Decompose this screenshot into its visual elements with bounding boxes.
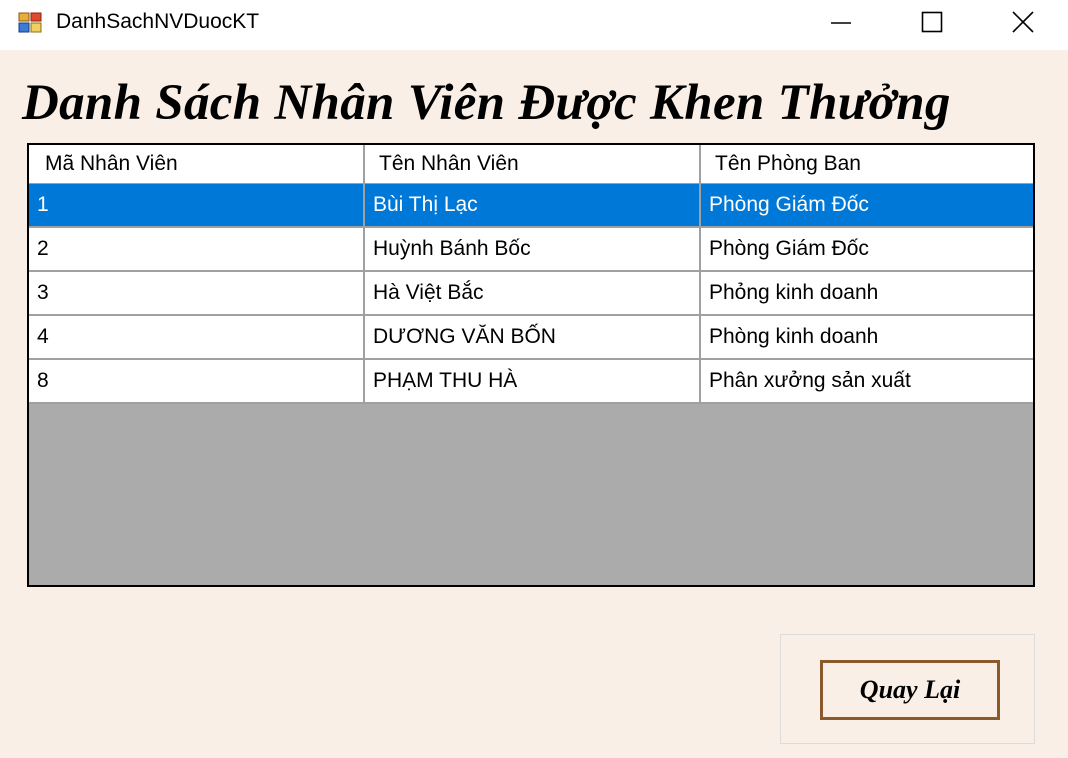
cell-department-name[interactable]: Phòng Giám Đốc: [700, 227, 1033, 272]
back-button[interactable]: Quay Lại: [820, 660, 1000, 720]
maximize-button[interactable]: [897, 0, 967, 44]
employee-data-grid[interactable]: Mã Nhân Viên Tên Nhân Viên Tên Phòng Ban…: [27, 143, 1035, 587]
app-form-icon: [18, 12, 42, 33]
table-row[interactable]: 1 Bùi Thị Lạc Phòng Giám Đốc: [29, 183, 1033, 228]
cell-employee-id[interactable]: 3: [29, 271, 365, 316]
employee-table: Mã Nhân Viên Tên Nhân Viên Tên Phòng Ban…: [29, 145, 1033, 404]
cell-employee-name[interactable]: Huỳnh Bánh Bốc: [364, 227, 701, 272]
close-button[interactable]: [988, 0, 1058, 44]
table-row[interactable]: 3 Hà Việt Bắc Phỏng kinh doanh: [29, 271, 1033, 316]
cell-department-name[interactable]: Phân xưởng sản xuất: [700, 359, 1033, 404]
column-header-employee-id[interactable]: Mã Nhân Viên: [29, 145, 365, 184]
maximize-icon: [921, 11, 943, 33]
cell-employee-name[interactable]: Hà Việt Bắc: [364, 271, 701, 316]
cell-employee-id[interactable]: 1: [29, 183, 365, 228]
table-row[interactable]: 2 Huỳnh Bánh Bốc Phòng Giám Đốc: [29, 227, 1033, 272]
column-header-department-name[interactable]: Tên Phòng Ban: [700, 145, 1033, 184]
cell-employee-id[interactable]: 8: [29, 359, 365, 404]
grid-header-row: Mã Nhân Viên Tên Nhân Viên Tên Phòng Ban: [29, 145, 1033, 184]
cell-employee-id[interactable]: 4: [29, 315, 365, 360]
table-row[interactable]: 4 DƯƠNG VĂN BỐN Phòng kinh doanh: [29, 315, 1033, 360]
table-row[interactable]: 8 PHẠM THU HÀ Phân xưởng sản xuất: [29, 359, 1033, 404]
cell-department-name[interactable]: Phòng Giám Đốc: [700, 183, 1033, 228]
cell-department-name[interactable]: Phỏng kinh doanh: [700, 271, 1033, 316]
cell-employee-name[interactable]: Bùi Thị Lạc: [364, 183, 701, 228]
page-title: Danh Sách Nhân Viên Được Khen Thưởng: [22, 75, 951, 131]
window-titlebar: DanhSachNVDuocKT: [0, 0, 1068, 50]
cell-employee-name[interactable]: DƯƠNG VĂN BỐN: [364, 315, 701, 360]
window-title: DanhSachNVDuocKT: [56, 10, 260, 33]
column-header-employee-name[interactable]: Tên Nhân Viên: [364, 145, 701, 184]
cell-employee-id[interactable]: 2: [29, 227, 365, 272]
close-icon: [1012, 11, 1034, 33]
minimize-icon: [831, 22, 851, 24]
minimize-button[interactable]: [806, 0, 876, 44]
cell-employee-name[interactable]: PHẠM THU HÀ: [364, 359, 701, 404]
cell-department-name[interactable]: Phòng kinh doanh: [700, 315, 1033, 360]
